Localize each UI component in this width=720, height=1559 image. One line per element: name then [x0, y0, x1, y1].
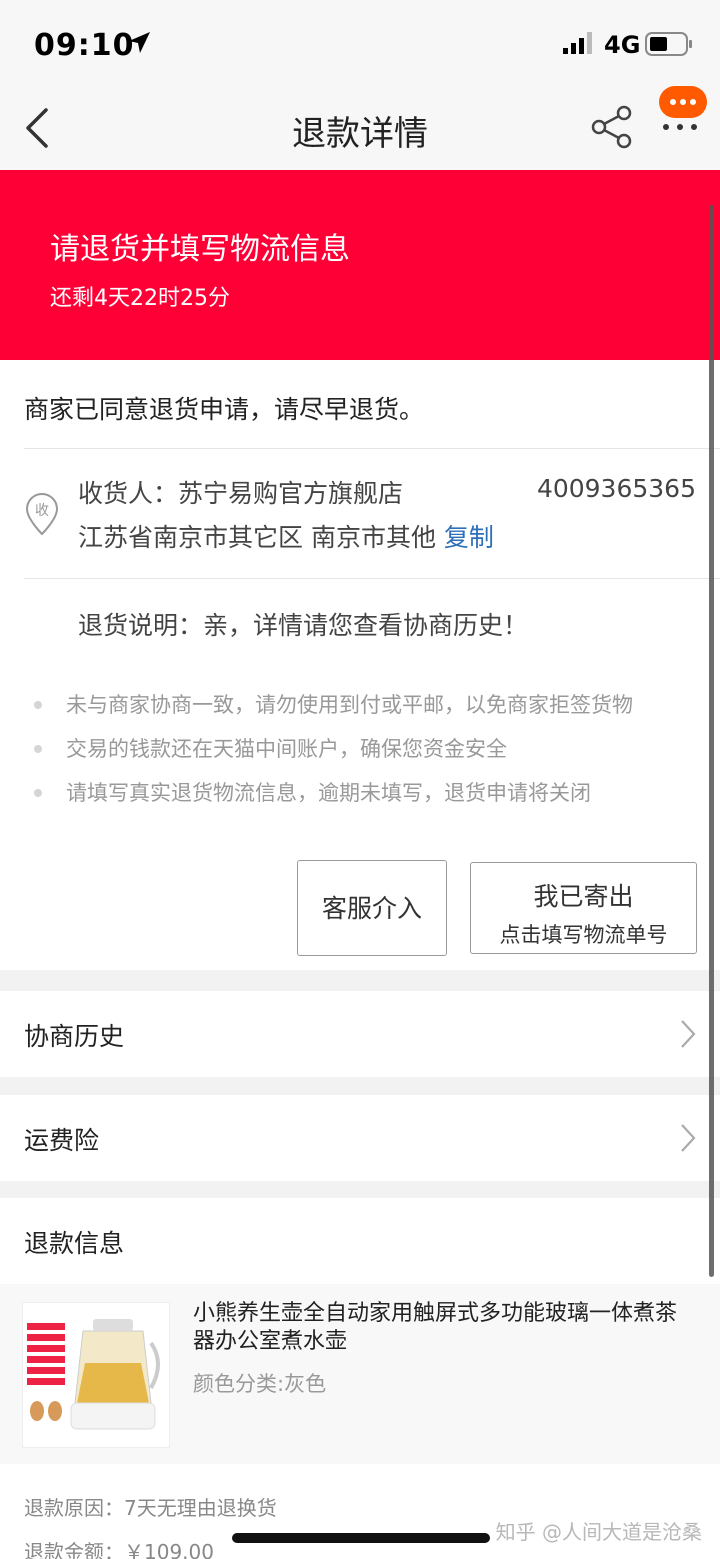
tip-text: 请填写真实退货物流信息，逾期未填写，退货申请将关闭: [66, 781, 591, 805]
receiver-name: 收货人：苏宁易购官方旗舰店: [78, 479, 404, 508]
divider: [24, 448, 720, 449]
chevron-right-icon: [681, 1020, 696, 1048]
location-arrow-icon: [129, 32, 150, 53]
divider: [24, 578, 720, 579]
product-thumbnail: [22, 1302, 170, 1448]
customer-service-button[interactable]: 客服介入: [297, 860, 447, 956]
pin-label: 收: [35, 503, 49, 519]
scrollbar[interactable]: [709, 205, 714, 1277]
tips-list: 未与商家协商一致，请勿使用到付或平邮，以免商家拒签货物 交易的钱款还在天猫中间账…: [34, 690, 633, 822]
tip-item: 请填写真实退货物流信息，逾期未填写，退货申请将关闭: [34, 778, 633, 822]
watermark: 知乎 @人间大道是沧桑: [495, 1520, 702, 1544]
receiver-address: 江苏省南京市其它区 南京市其他 复制: [78, 518, 494, 554]
product-name: 小熊养生壶全自动家用触屏式多功能玻璃一体煮茶器办公室煮水壶: [193, 1301, 678, 1354]
product-variant: 颜色分类:灰色: [193, 1372, 327, 1396]
refund-details: 退款原因：7天无理由退换货 退款金额：￥109.00 知乎 @人间大道是沧桑: [0, 1464, 720, 1559]
signal-icon: [563, 32, 592, 54]
message-badge-icon[interactable]: [659, 86, 707, 118]
status-bar: 09:10 4G: [0, 0, 720, 88]
copy-link[interactable]: 复制: [444, 523, 494, 552]
bullet-icon: [34, 701, 42, 709]
row-label: 运费险: [24, 1126, 100, 1155]
network-type: 4G: [604, 31, 641, 59]
refund-amount: 退款金额：￥109.00: [24, 1540, 214, 1559]
tip-item: 未与商家协商一致，请勿使用到付或平邮，以免商家拒签货物: [34, 690, 633, 734]
row-negotiation-history[interactable]: 协商历史: [0, 991, 720, 1077]
tip-item: 交易的钱款还在天猫中间账户，确保您资金安全: [34, 734, 633, 778]
kettle-image-icon: [27, 1319, 160, 1430]
return-card: 商家已同意退货申请，请尽早退货。 收 收货人：苏宁易购官方旗舰店 4009365…: [0, 360, 720, 970]
location-pin-icon: 收: [25, 493, 59, 536]
receiver-phone[interactable]: 4009365365: [537, 474, 696, 503]
battery-icon: [645, 32, 692, 56]
bullet-icon: [34, 745, 42, 753]
tip-text: 未与商家协商一致，请勿使用到付或平邮，以免商家拒签货物: [66, 693, 633, 717]
bullet-icon: [34, 789, 42, 797]
refund-info-header: 退款信息: [0, 1198, 720, 1284]
row-freight-insurance[interactable]: 运费险: [0, 1095, 720, 1181]
row-label: 协商历史: [24, 1022, 125, 1051]
agree-text: 商家已同意退货申请，请尽早退货。: [24, 395, 425, 424]
tip-text: 交易的钱款还在天猫中间账户，确保您资金安全: [66, 737, 507, 761]
home-indicator[interactable]: [232, 1533, 490, 1543]
address-text: 江苏省南京市其它区 南京市其他: [78, 523, 444, 552]
shipped-button[interactable]: 我已寄出 点击填写物流单号: [470, 862, 697, 954]
shipped-sublabel: 点击填写物流单号: [499, 923, 668, 947]
chevron-right-icon: [681, 1124, 696, 1152]
status-time: 09:10: [34, 28, 135, 63]
status-banner: 请退货并填写物流信息 还剩4天22时25分: [0, 170, 720, 360]
refund-reason: 退款原因：7天无理由退换货: [24, 1496, 277, 1520]
more-menu-icon[interactable]: [661, 122, 701, 132]
banner-title: 请退货并填写物流信息: [50, 232, 350, 267]
share-icon[interactable]: [590, 104, 634, 150]
shipped-label: 我已寄出: [533, 882, 634, 911]
section-title: 退款信息: [24, 1229, 125, 1258]
nav-bar: 退款详情: [0, 88, 720, 170]
return-note: 退货说明：亲，详情请您查看协商历史！: [78, 611, 529, 640]
product-item[interactable]: 小熊养生壶全自动家用触屏式多功能玻璃一体煮茶器办公室煮水壶 颜色分类:灰色: [0, 1284, 720, 1464]
countdown: 还剩4天22时25分: [50, 286, 230, 311]
